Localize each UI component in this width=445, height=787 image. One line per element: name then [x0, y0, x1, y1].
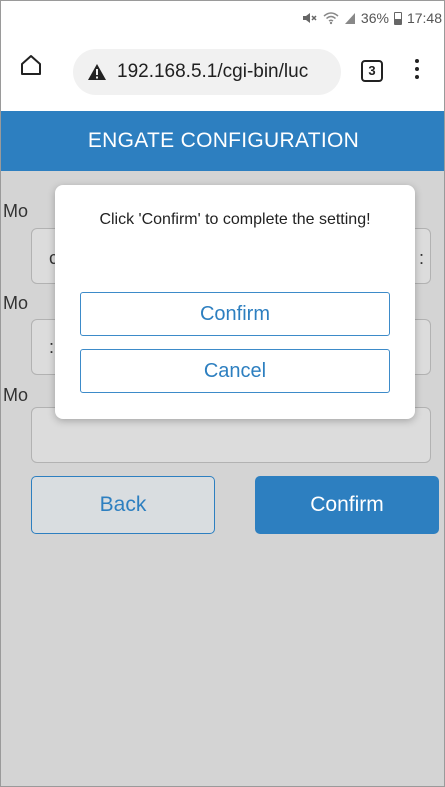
confirm-button[interactable]: Confirm [255, 476, 439, 534]
more-vert-icon[interactable] [413, 57, 421, 87]
url-text[interactable]: 192.168.5.1/cgi-bin/luc [117, 61, 308, 83]
confirm-dialog: Click 'Confirm' to complete the setting!… [55, 185, 415, 419]
wifi-icon [323, 12, 339, 25]
page-header: ENGATE CONFIGURATION [1, 111, 444, 171]
field-label-2: Mo [3, 293, 29, 313]
status-indicators: 36% 17:48 [302, 10, 442, 26]
back-button[interactable]: Back [31, 476, 215, 534]
status-bar: 36% 17:48 [1, 1, 444, 35]
phone-screen: 36% 17:48 192.168.5.1/cgi-bin/luc 3 ENGA… [0, 0, 445, 787]
field-label-1: Mo [3, 201, 29, 221]
browser-toolbar: 192.168.5.1/cgi-bin/luc 3 [1, 35, 444, 111]
clock: 17:48 [406, 10, 442, 26]
battery-icon [393, 11, 402, 25]
home-icon[interactable] [19, 53, 43, 77]
field-trailing-1: : [419, 248, 425, 268]
signal-icon [344, 13, 355, 24]
dialog-message: Click 'Confirm' to complete the setting! [99, 211, 371, 228]
warning-icon[interactable] [87, 63, 107, 81]
battery-percent: 36% [360, 10, 389, 26]
field-label-3: Mo [3, 385, 29, 405]
mute-icon [302, 13, 317, 23]
dialog-confirm-button[interactable]: Confirm [80, 292, 390, 336]
address-bar[interactable]: 192.168.5.1/cgi-bin/luc [73, 49, 341, 95]
tab-switcher-button[interactable]: 3 [361, 60, 383, 82]
dialog-cancel-button[interactable]: Cancel [80, 349, 390, 393]
page-title: ENGATE CONFIGURATION [87, 129, 360, 152]
field-value-2: : [49, 337, 55, 357]
